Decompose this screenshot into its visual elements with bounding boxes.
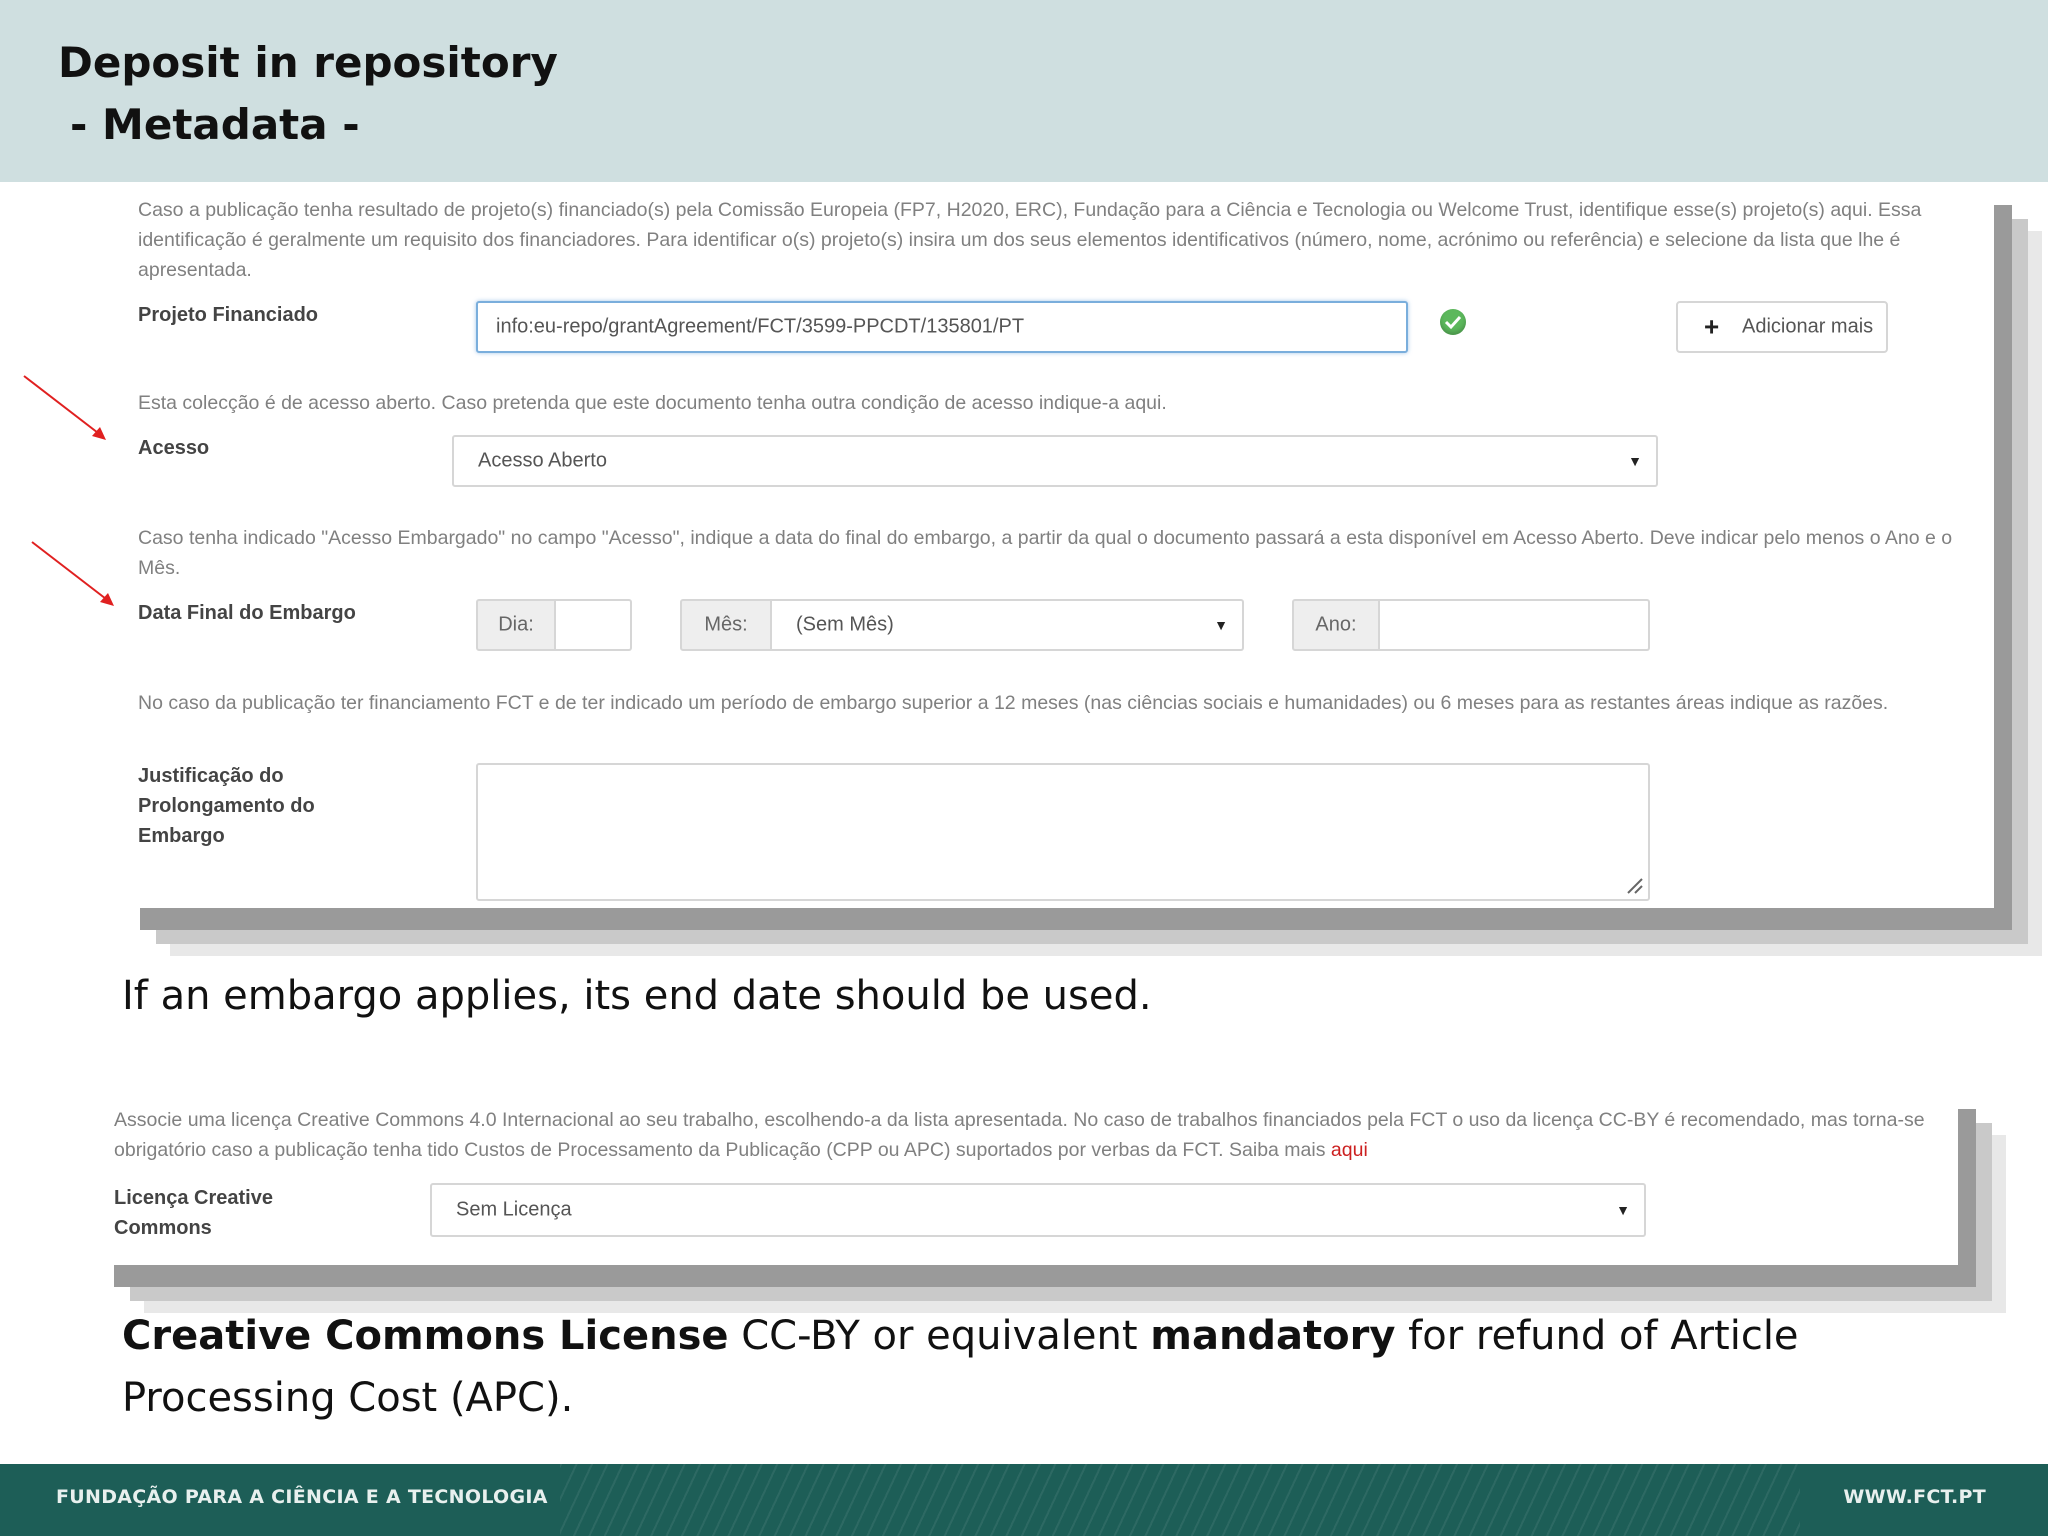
mes-value: (Sem Mês): [796, 613, 894, 636]
add-more-label: Adicionar mais: [1742, 315, 1874, 338]
add-more-button[interactable]: + Adicionar mais: [1676, 301, 1888, 353]
mes-addon: Mês:: [680, 599, 772, 651]
resize-grip-icon[interactable]: [1624, 875, 1644, 895]
red-arrow-icon: [31, 541, 114, 606]
acesso-select[interactable]: Acesso Aberto ▼: [452, 435, 1658, 487]
caret-down-icon: ▼: [1214, 617, 1228, 633]
projeto-label: Projeto Financiado: [138, 304, 319, 326]
license-caption: Creative Commons License CC-BY or equiva…: [122, 1305, 1922, 1429]
slide-title: Deposit in repository - Metadata -: [58, 32, 558, 156]
ano-input[interactable]: [1380, 599, 1650, 651]
slide-header: Deposit in repository - Metadata -: [0, 0, 2048, 182]
embargo-label: Data Final do Embargo: [138, 602, 356, 624]
acesso-help-text: Esta colecção é de acesso aberto. Caso p…: [138, 392, 1167, 414]
mes-select[interactable]: (Sem Mês) ▼: [772, 599, 1244, 651]
dia-addon: Dia:: [476, 599, 556, 651]
acesso-value: Acesso Aberto: [478, 449, 607, 472]
license-caption-bold1: Creative Commons License: [122, 1313, 729, 1359]
slide-title-line2: - Metadata -: [70, 100, 360, 149]
embargo-caption: If an embargo applies, its end date shou…: [122, 973, 1152, 1019]
licenca-help-text: Associe uma licença Creative Commons 4.0…: [114, 1105, 1944, 1165]
footer-website: WWW.FCT.PT: [1843, 1486, 1986, 1508]
check-circle-icon: [1440, 309, 1466, 335]
justificacao-textarea[interactable]: [476, 763, 1650, 901]
embargo-help-text: Caso tenha indicado "Acesso Embargado" n…: [138, 527, 1953, 579]
acesso-label: Acesso: [138, 437, 210, 459]
footer-organization: FUNDAÇÃO PARA A CIÊNCIA E A TECNOLOGIA: [56, 1486, 548, 1508]
licenca-help-body: Associe uma licença Creative Commons 4.0…: [114, 1109, 1925, 1161]
metadata-form-screenshot: Caso a publicação tenha resultado de pro…: [122, 183, 1994, 908]
caret-down-icon: ▼: [1628, 453, 1642, 469]
license-form-screenshot: Associe uma licença Creative Commons 4.0…: [96, 1087, 1958, 1265]
licenca-label: Licença Creative Commons: [114, 1187, 273, 1239]
footer-decoration: [560, 1464, 1800, 1536]
dia-input[interactable]: [556, 599, 632, 651]
ano-label: Ano:: [1315, 613, 1357, 636]
mes-label: Mês:: [704, 613, 748, 636]
ano-addon: Ano:: [1292, 599, 1380, 651]
red-arrow-icon: [23, 375, 106, 440]
licenca-value: Sem Licença: [456, 1198, 572, 1221]
justificacao-help-text: No caso da publicação ter financiamento …: [138, 692, 1889, 714]
slide-footer: FUNDAÇÃO PARA A CIÊNCIA E A TECNOLOGIA W…: [0, 1464, 2048, 1536]
license-caption-bold2: mandatory: [1150, 1313, 1396, 1359]
projeto-financiado-value: info:eu-repo/grantAgreement/FCT/3599-PPC…: [496, 315, 1025, 338]
projeto-help-text: Caso a publicação tenha resultado de pro…: [138, 199, 1922, 281]
caret-down-icon: ▼: [1616, 1202, 1630, 1218]
justificacao-label: Justificação do Prolongamento do Embargo: [138, 765, 315, 847]
learn-more-link[interactable]: aqui: [1331, 1139, 1368, 1161]
plus-icon: +: [1704, 311, 1720, 342]
dia-label: Dia:: [498, 613, 534, 636]
slide-title-line1: Deposit in repository: [58, 38, 558, 87]
license-caption-text1: CC-BY or equivalent: [728, 1313, 1151, 1359]
projeto-financiado-input[interactable]: info:eu-repo/grantAgreement/FCT/3599-PPC…: [476, 301, 1408, 353]
licenca-select[interactable]: Sem Licença ▼: [430, 1183, 1646, 1237]
